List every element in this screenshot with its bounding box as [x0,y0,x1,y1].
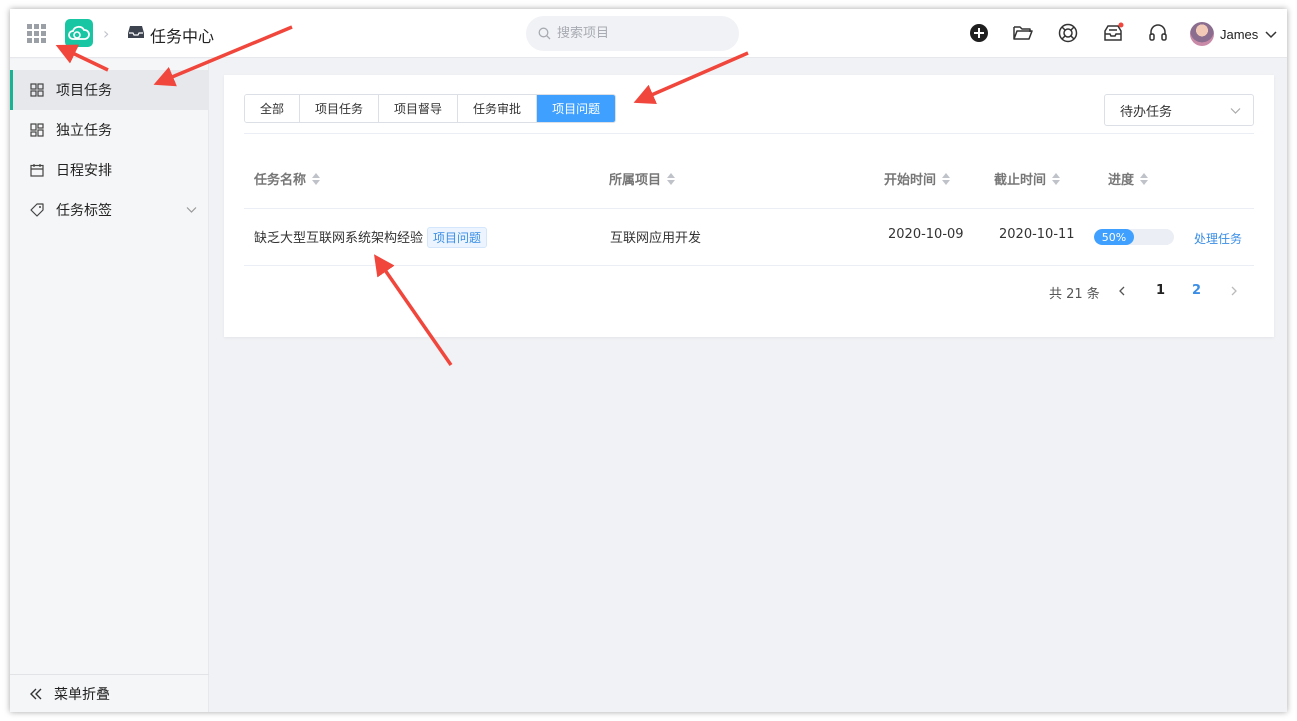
sidebar-item-project-tasks[interactable]: 项目任务 [10,70,209,110]
start-date-cell: 2020-10-09 [888,227,964,242]
divider [244,133,1254,134]
progress-bar: 50% [1094,229,1174,245]
chevron-right-icon[interactable] [1229,286,1239,296]
calendar-icon [30,164,44,177]
layout-icon [30,123,44,137]
tab-project-tasks[interactable]: 项目任务 [300,95,380,122]
sort-icon[interactable] [667,172,676,185]
divider [244,208,1254,209]
progress-fill: 50% [1094,229,1134,245]
breadcrumb-title[interactable]: 任务中心 [150,23,214,47]
top-header: › 任务中心 James [10,9,1287,58]
end-date-cell: 2020-10-11 [999,227,1075,242]
avatar [1190,22,1214,46]
column-header-start-time[interactable]: 开始时间 [884,169,951,188]
task-filter-value: 待办任务 [1120,104,1173,120]
search-icon [538,27,551,40]
collapse-label: 菜单折叠 [54,686,110,703]
sidebar-item-task-tags[interactable]: 任务标签 [10,190,209,230]
app-grid-icon[interactable] [27,24,47,44]
sidebar-item-schedule[interactable]: 日程安排 [10,150,209,190]
divider [244,265,1254,266]
chevron-right-icon: › [103,24,110,43]
task-name[interactable]: 缺乏大型互联网系统架构经验 [254,231,423,246]
sort-icon[interactable] [312,172,321,185]
app-window: › 任务中心 James 项目任务 独立任务 日程安排 [10,9,1287,712]
double-chevron-left-icon [30,688,42,699]
column-header-end-time[interactable]: 截止时间 [994,169,1061,188]
tab-project-supervision[interactable]: 项目督导 [379,95,459,122]
sidebar-item-label: 日程安排 [56,163,112,179]
sidebar: 项目任务 独立任务 日程安排 任务标签 菜单折叠 [10,59,209,712]
chevron-left-icon[interactable] [1117,286,1127,296]
sort-icon[interactable] [1140,172,1149,185]
chevron-down-icon [1265,31,1277,39]
chevron-down-icon [186,207,197,213]
inbox-tray-icon[interactable] [1102,22,1124,44]
sort-icon[interactable] [942,172,951,185]
search-input[interactable] [557,26,727,41]
sidebar-item-independent-tasks[interactable]: 独立任务 [10,110,209,150]
menu-collapse-button[interactable]: 菜单折叠 [10,674,209,712]
sort-icon[interactable] [1052,172,1061,185]
folder-open-icon[interactable] [1012,22,1034,44]
inbox-icon [128,26,144,38]
tab-all[interactable]: 全部 [245,95,301,122]
tag-icon [30,203,44,217]
project-cell: 互联网应用开发 [610,231,702,246]
grid-icon [30,83,44,97]
column-header-progress[interactable]: 进度 [1108,169,1149,188]
lifebuoy-icon[interactable] [1057,22,1079,44]
page-1-button[interactable]: 1 [1156,283,1165,298]
user-menu[interactable]: James [1190,21,1277,47]
task-filter-select[interactable]: 待办任务 [1104,94,1254,126]
sidebar-item-label: 独立任务 [56,123,112,139]
add-circle-icon[interactable] [968,22,990,44]
sidebar-item-label: 任务标签 [56,203,112,219]
task-list-card: 全部 项目任务 项目督导 任务审批 项目问题 待办任务 任务名称 所属项目 开始… [224,75,1274,337]
search-box[interactable] [526,16,739,51]
page-2-button[interactable]: 2 [1192,283,1201,298]
column-header-task-name[interactable]: 任务名称 [254,169,321,188]
chevron-down-icon [1230,108,1241,114]
sidebar-item-label: 项目任务 [56,83,112,99]
tab-project-issues[interactable]: 项目问题 [537,95,616,122]
task-type-tabs: 全部 项目任务 项目督导 任务审批 项目问题 [244,94,617,123]
headset-icon[interactable] [1147,22,1169,44]
tab-task-approval[interactable]: 任务审批 [458,95,538,122]
issue-tag: 项目问题 [427,227,488,248]
task-name-cell: 缺乏大型互联网系统架构经验 项目问题 [254,227,488,248]
user-name: James [1220,26,1259,42]
column-header-project[interactable]: 所属项目 [609,169,676,188]
cloud-logo-icon[interactable] [65,19,93,47]
handle-task-link[interactable]: 处理任务 [1194,230,1242,247]
pagination-total: 共 21 条 [1049,287,1100,302]
